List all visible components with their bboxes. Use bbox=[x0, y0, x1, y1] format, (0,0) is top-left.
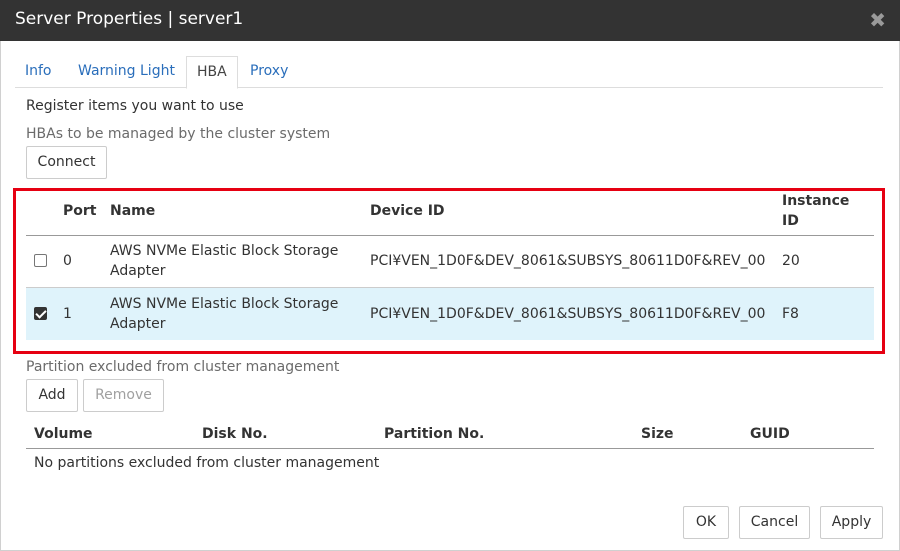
column-header-guid: GUID bbox=[750, 426, 790, 442]
partition-section-label: Partition excluded from cluster manageme… bbox=[26, 359, 340, 375]
hba-row-0-device-id: PCI¥VEN_1D0F&DEV_8061&SUBSYS_80611D0F&RE… bbox=[370, 253, 766, 269]
connect-button[interactable]: Connect bbox=[26, 146, 107, 179]
register-label: Register items you want to use bbox=[26, 98, 244, 114]
column-header-volume: Volume bbox=[34, 426, 93, 442]
hba-row-0-port: 0 bbox=[63, 253, 72, 269]
hba-row-1-device-id: PCI¥VEN_1D0F&DEV_8061&SUBSYS_80611D0F&RE… bbox=[370, 306, 766, 322]
dialog-title: Server Properties | server1 bbox=[15, 9, 244, 29]
close-icon[interactable]: ✖ bbox=[869, 9, 886, 31]
column-header-name: Name bbox=[110, 203, 156, 219]
tab-hba[interactable]: HBA bbox=[186, 56, 238, 89]
column-header-disk-no: Disk No. bbox=[202, 426, 268, 442]
tab-bar: Info Warning Light HBA Proxy bbox=[15, 56, 883, 89]
column-header-device-id: Device ID bbox=[370, 203, 445, 219]
tab-proxy[interactable]: Proxy bbox=[240, 56, 298, 88]
hba-row-1-port: 1 bbox=[63, 306, 72, 322]
cancel-button[interactable]: Cancel bbox=[739, 506, 810, 539]
column-header-instance-id-line2: ID bbox=[782, 213, 799, 229]
partition-empty-message: No partitions excluded from cluster mana… bbox=[34, 455, 380, 471]
column-header-partition-no: Partition No. bbox=[384, 426, 485, 442]
column-header-instance-id-line1: Instance bbox=[782, 193, 850, 209]
hba-section-label: HBAs to be managed by the cluster system bbox=[26, 126, 331, 142]
hba-row-0-instance-id: 20 bbox=[782, 253, 800, 269]
hba-row-0-name-line2: Adapter bbox=[110, 263, 166, 279]
dialog-titlebar: Server Properties | server1 ✖ bbox=[0, 0, 900, 41]
column-header-size: Size bbox=[641, 426, 674, 442]
hba-row-0-checkbox[interactable] bbox=[34, 254, 47, 267]
partition-table-divider bbox=[26, 448, 874, 449]
table-header-divider bbox=[26, 235, 874, 236]
remove-button[interactable]: Remove bbox=[83, 379, 164, 412]
apply-button[interactable]: Apply bbox=[820, 506, 883, 539]
add-button[interactable]: Add bbox=[26, 379, 78, 412]
tab-info[interactable]: Info bbox=[15, 56, 62, 88]
hba-row-1-name-line2: Adapter bbox=[110, 316, 166, 332]
hba-row-0-name-line1: AWS NVMe Elastic Block Storage bbox=[110, 243, 339, 259]
tab-warning-light[interactable]: Warning Light bbox=[68, 56, 185, 88]
hba-row-1-name-line1: AWS NVMe Elastic Block Storage bbox=[110, 296, 339, 312]
ok-button[interactable]: OK bbox=[683, 506, 729, 539]
hba-row-1-instance-id: F8 bbox=[782, 306, 799, 322]
hba-row-1-checkbox[interactable] bbox=[34, 307, 47, 320]
column-header-port: Port bbox=[63, 203, 97, 219]
